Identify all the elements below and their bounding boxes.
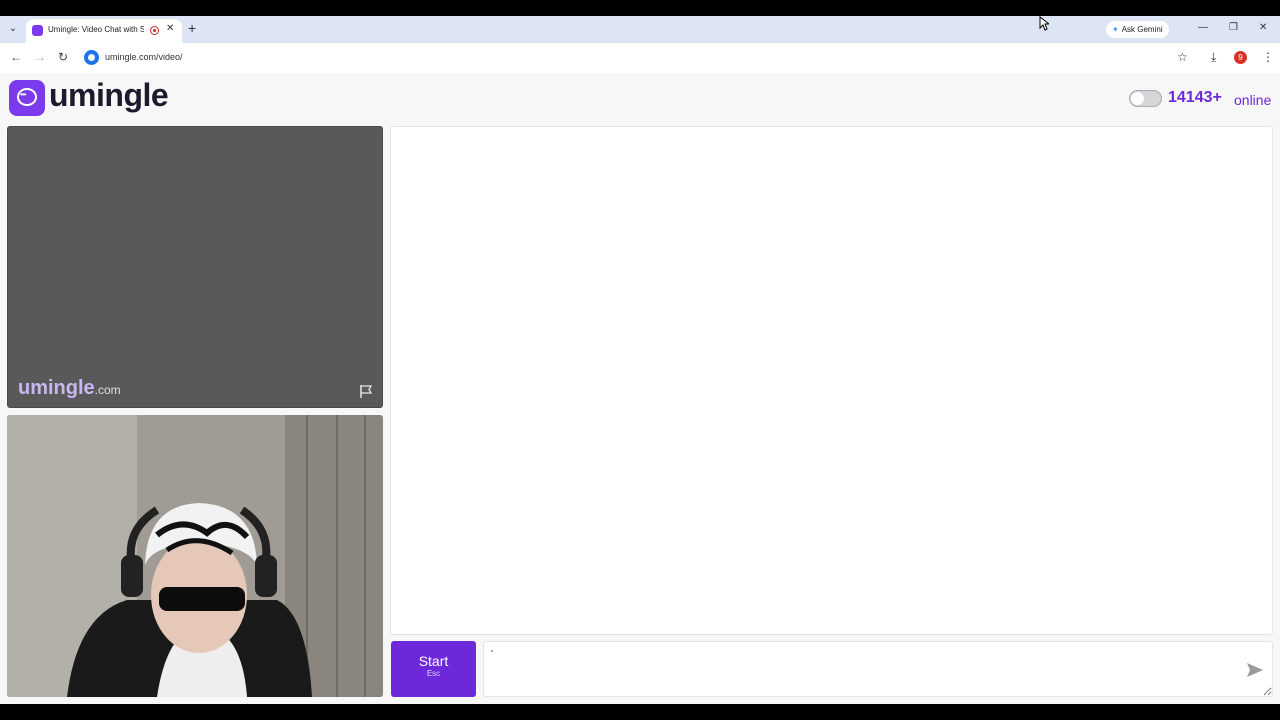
cursor-icon [1039,16,1049,31]
plus-icon[interactable]: + [188,20,196,36]
address-bar[interactable]: umingle.com/video/ [105,52,183,62]
menu-icon[interactable]: ⋮ [1262,50,1274,64]
forward-icon[interactable]: → [34,50,46,64]
send-icon[interactable] [1246,662,1264,678]
screen-top-border [0,0,1280,16]
logo-chat-icon[interactable] [9,80,45,116]
webcam-image [7,415,383,697]
close-icon[interactable]: ✕ [166,23,174,34]
profile-avatar[interactable]: 9 [1234,51,1247,64]
site-info-icon[interactable] [84,50,99,65]
download-icon[interactable]: ⤓ [1211,50,1216,65]
message-input[interactable]: ` [483,641,1273,697]
recording-icon [150,26,159,35]
online-label: online [1234,92,1272,108]
flag-icon[interactable] [358,383,374,399]
browser-toolbar: ← → ↻ umingle.com/video/ ☆ ⤓ ⋮ [0,43,1280,73]
watermark-tld: .com [94,383,121,397]
gemini-sparkle-icon: ✦ [1112,25,1119,34]
watermark-text: umingle [18,377,95,399]
tab-title: Umingle: Video Chat with S [48,25,144,34]
video-watermark: umingle.com [18,377,121,400]
logo-bubble [17,88,37,106]
page-content: umingle 14143+ online umingle.com [0,73,1280,704]
start-label: Start [418,653,449,669]
restore-icon[interactable]: ❐ [1229,22,1238,33]
start-shortcut: Esc [426,669,441,678]
reload-icon[interactable]: ↻ [58,50,68,64]
stranger-video: umingle.com [7,126,383,408]
tab-dropdown-icon[interactable]: ⌄ [6,22,20,36]
start-button[interactable]: Start Esc [391,641,476,697]
minimize-icon[interactable]: — [1198,22,1208,33]
dark-mode-toggle[interactable] [1129,90,1162,107]
tab-strip: ⌄ Umingle: Video Chat with S ✕ + ✦ Ask Ge… [0,16,1280,43]
back-icon[interactable]: ← [10,50,22,64]
ask-gemini-button[interactable]: ✦ Ask Gemini [1106,21,1169,38]
ask-gemini-label: Ask Gemini [1121,25,1163,34]
favicon-icon [32,25,43,36]
chat-panel [390,126,1273,635]
online-count: 14143+ [1168,89,1222,106]
logo-text[interactable]: umingle [49,77,169,114]
star-icon[interactable]: ☆ [1177,50,1188,64]
browser-tab[interactable]: Umingle: Video Chat with S ✕ [26,19,182,43]
close-window-icon[interactable]: ✕ [1259,22,1267,33]
self-video [7,415,383,697]
